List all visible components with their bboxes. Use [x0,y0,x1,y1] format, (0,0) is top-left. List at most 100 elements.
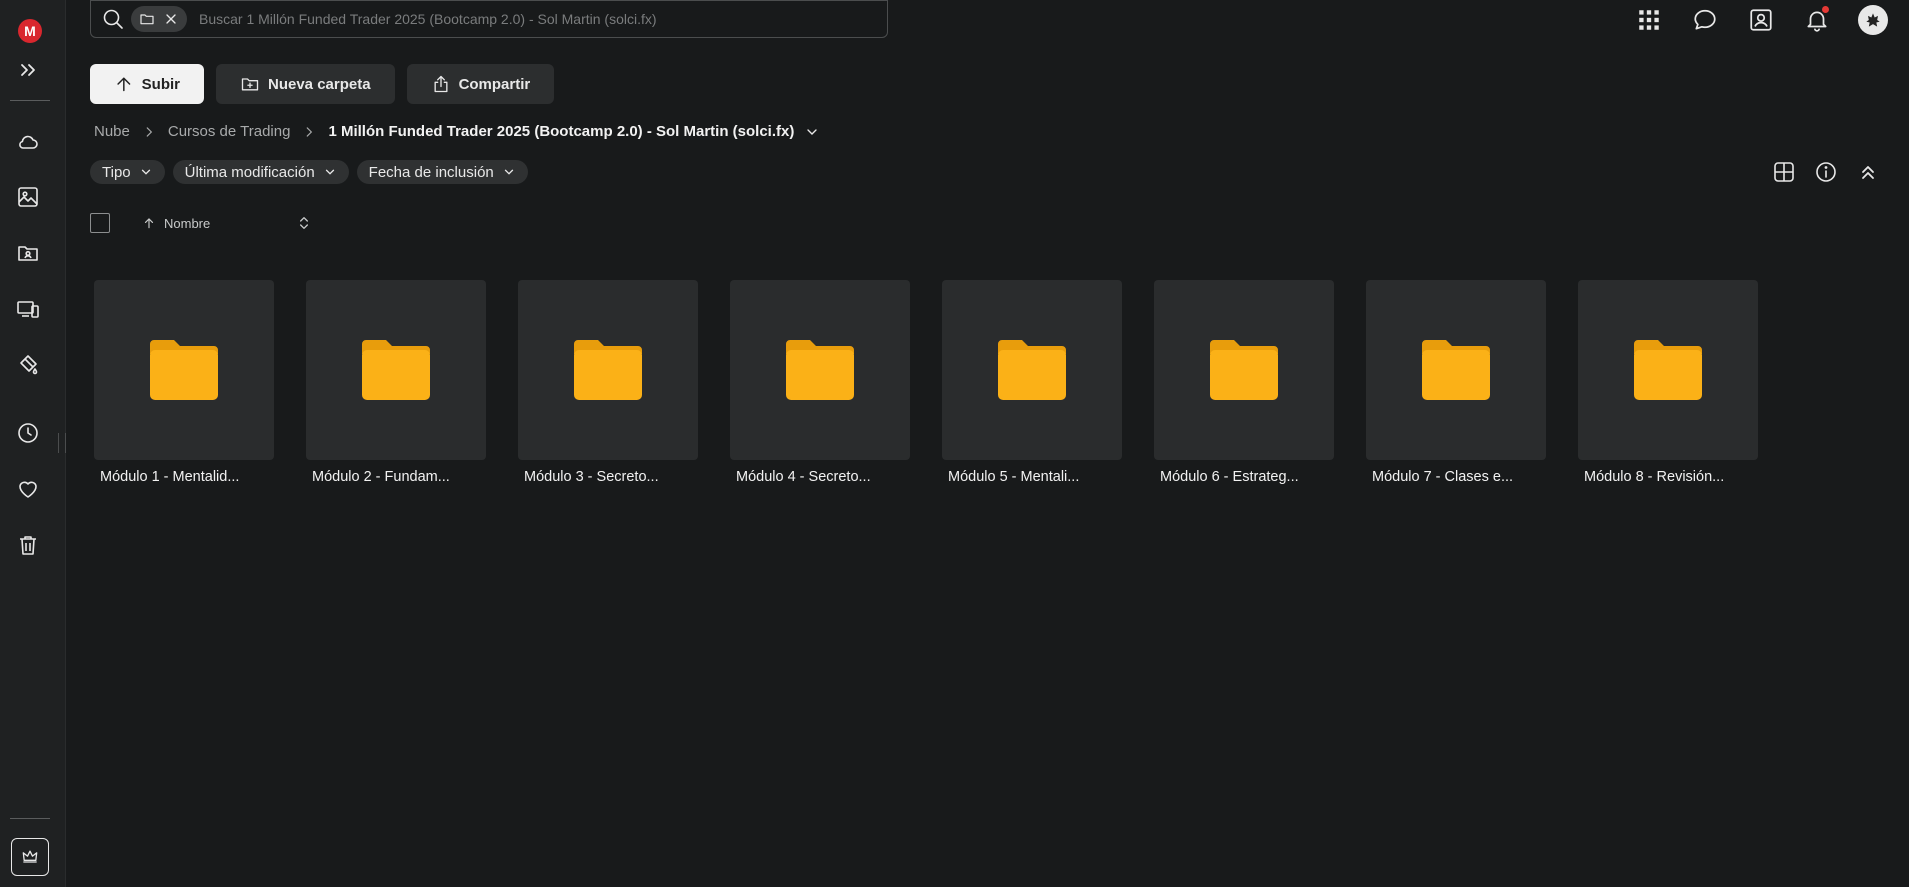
trash-icon [20,536,36,555]
sidebar-divider [10,100,50,101]
folder-thumbnail [518,280,698,460]
chevron-right-icon [307,126,313,137]
breadcrumb-current[interactable]: 1 Millón Funded Trader 2025 (Bootcamp 2.… [328,123,794,140]
sidebar-divider-bottom [10,818,50,819]
folder-name: Módulo 4 - Secreto... [736,469,871,485]
new-folder-button-label: Nueva carpeta [268,75,371,93]
sidebar-resize-handle[interactable] [58,433,66,453]
pro-plan-button[interactable] [11,838,49,876]
folder-tile[interactable]: Módulo 7 - Clases e... [1366,280,1546,485]
mega-logo[interactable]: M [18,19,42,43]
sidebar-item-shared[interactable] [12,237,44,269]
expand-icon [21,64,35,76]
list-header: Nombre [90,213,312,233]
folder-icon [150,340,218,400]
sidebar-item-recents[interactable] [12,417,44,449]
sidebar-item-devices[interactable] [12,293,44,325]
contacts-icon [1750,9,1772,31]
filter-date-added-label: Fecha de inclusión [368,163,494,181]
folder-thumbnail [306,280,486,460]
folder-thumbnail [1578,280,1758,460]
upload-button[interactable]: Subir [90,64,204,104]
name-column-header[interactable]: Nombre [164,216,210,231]
new-folder-button[interactable]: Nueva carpeta [216,64,395,104]
chat-button[interactable] [1689,4,1721,36]
folder-icon [574,340,642,400]
collapse-button[interactable] [1855,159,1881,185]
view-controls [1771,159,1881,185]
info-icon [1816,162,1836,182]
folder-name: Módulo 6 - Estrateg... [1160,469,1299,485]
sidebar-item-favourites[interactable] [12,473,44,505]
sidebar-item-cloud[interactable] [12,126,44,158]
close-icon[interactable] [163,11,179,27]
chevrons-up-icon [1862,166,1874,179]
arrow-up-icon[interactable] [142,216,156,230]
chevron-down-icon[interactable] [804,124,820,140]
folder-tile[interactable]: Módulo 1 - Mentalid... [94,280,274,485]
filter-last-modified[interactable]: Última modificación [172,160,349,184]
apps-grid-icon [1639,10,1659,30]
search-icon [103,9,123,29]
breadcrumb-parent[interactable]: Cursos de Trading [168,123,291,140]
devices-icon [17,301,39,318]
folder-icon [786,340,854,400]
select-all-checkbox[interactable] [90,213,110,233]
share-button-label: Compartir [458,75,531,93]
chevron-down-icon [325,169,334,175]
filter-last-modified-label: Última modificación [184,163,315,181]
contacts-button[interactable] [1745,4,1777,36]
avatar-image-icon [1866,13,1880,27]
notifications-button[interactable] [1801,4,1833,36]
avatar [1858,5,1888,35]
folder-thumbnail [942,280,1122,460]
expand-sidebar-button[interactable] [12,54,44,86]
folder-name: Módulo 1 - Mentalid... [100,469,240,485]
crown-icon [22,850,38,863]
filter-date-added[interactable]: Fecha de inclusión [356,160,528,184]
folder-tile[interactable]: Módulo 5 - Mentali... [942,280,1122,485]
folder-name: Módulo 5 - Mentali... [948,469,1080,485]
filter-type[interactable]: Tipo [90,160,165,184]
toolbar: Subir Nueva carpeta Compartir [90,64,555,104]
breadcrumb-root[interactable]: Nube [94,123,130,140]
sidebar-item-photos[interactable] [12,181,44,213]
search-scope-chip[interactable] [131,6,187,32]
folder-name: Módulo 8 - Revisión... [1584,469,1725,485]
folder-icon [362,340,430,400]
folder-tile[interactable]: Módulo 8 - Revisión... [1578,280,1758,485]
sort-toggle-icon[interactable] [296,214,312,232]
folder-thumbnail [1154,280,1334,460]
folder-name: Módulo 7 - Clases e... [1372,469,1514,485]
folder-name: Módulo 2 - Fundam... [312,469,450,485]
search-input[interactable] [197,10,887,28]
info-button[interactable] [1813,159,1839,185]
grid-view-icon [1774,162,1794,182]
folder-tile[interactable]: Módulo 6 - Estrateg... [1154,280,1334,485]
folder-tile[interactable]: Módulo 3 - Secreto... [518,280,698,485]
folder-tile[interactable]: Módulo 2 - Fundam... [306,280,486,485]
folder-thumbnail [94,280,274,460]
folder-tile[interactable]: Módulo 4 - Secreto... [730,280,910,485]
top-bar-actions [1633,4,1889,36]
folder-grid: Módulo 1 - Mentalid... Módulo 2 - Fundam… [94,280,1758,485]
favourites-icon [19,481,37,498]
folder-thumbnail [1366,280,1546,460]
folder-name: Módulo 3 - Secreto... [524,469,659,485]
search-bar [90,0,888,38]
chevron-right-icon [146,126,153,137]
chevron-down-icon [504,169,513,175]
apps-button[interactable] [1633,4,1665,36]
notification-dot [1822,6,1829,13]
share-button[interactable]: Compartir [406,64,555,104]
account-button[interactable] [1857,4,1889,36]
chevron-down-icon [141,169,150,175]
folder-icon [1422,340,1490,400]
grid-view-button[interactable] [1771,159,1797,185]
filter-bar: Tipo Última modificación Fecha de inclus… [90,160,528,184]
sidebar-item-appearance[interactable] [12,349,44,381]
breadcrumb: Nube Cursos de Trading 1 Millón Funded T… [94,123,820,140]
paint-icon [20,355,38,375]
folder-icon [1634,340,1702,400]
sidebar-item-trash[interactable] [12,529,44,561]
